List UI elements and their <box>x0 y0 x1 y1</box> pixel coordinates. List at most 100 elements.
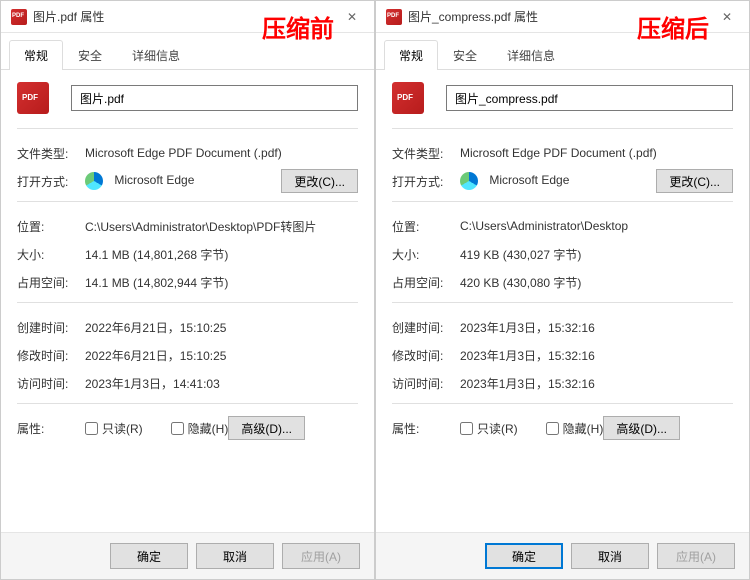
value-accessed: 2023年1月3日，14:41:03 <box>85 375 358 392</box>
hidden-input[interactable] <box>546 422 559 435</box>
readonly-checkbox[interactable]: 只读(R) <box>460 420 518 437</box>
edge-icon <box>460 172 478 190</box>
row-sizeondisk: 占用空间: 14.1 MB (14,802,944 字节) <box>17 268 358 296</box>
tab-details[interactable]: 详细信息 <box>117 40 195 70</box>
label-filetype: 文件类型: <box>392 145 460 162</box>
label-openwith: 打开方式: <box>392 173 460 190</box>
tab-details[interactable]: 详细信息 <box>492 40 570 70</box>
file-header <box>17 82 358 114</box>
value-accessed: 2023年1月3日，15:32:16 <box>460 375 733 392</box>
separator <box>17 302 358 303</box>
row-created: 创建时间: 2022年6月21日，15:10:25 <box>17 313 358 341</box>
content: 文件类型: Microsoft Edge PDF Document (.pdf)… <box>1 70 374 532</box>
value-sizeondisk: 14.1 MB (14,802,944 字节) <box>85 274 358 291</box>
row-size: 大小: 419 KB (430,027 字节) <box>392 240 733 268</box>
tabs: 常规 安全 详细信息 <box>376 39 749 70</box>
label-attributes: 属性: <box>17 420 85 437</box>
row-attributes: 属性: 只读(R) 隐藏(H) 高级(D)... <box>17 414 358 442</box>
properties-window-after: 图片_compress.pdf 属性 ✕ 压缩后 常规 安全 详细信息 文件类型… <box>375 0 750 580</box>
hidden-label: 隐藏(H) <box>188 420 229 437</box>
pdf-icon <box>11 9 27 25</box>
footer: 确定 取消 应用(A) <box>1 532 374 579</box>
label-accessed: 访问时间: <box>17 375 85 392</box>
row-openwith: 打开方式: Microsoft Edge 更改(C)... <box>392 167 733 195</box>
label-sizeondisk: 占用空间: <box>17 274 85 291</box>
label-modified: 修改时间: <box>17 347 85 364</box>
label-created: 创建时间: <box>392 319 460 336</box>
titlebar: 图片_compress.pdf 属性 ✕ <box>376 1 749 33</box>
hidden-label: 隐藏(H) <box>563 420 604 437</box>
row-openwith: 打开方式: Microsoft Edge 更改(C)... <box>17 167 358 195</box>
filename-input[interactable] <box>446 85 733 111</box>
close-button[interactable]: ✕ <box>334 3 370 31</box>
attribute-checks: 只读(R) 隐藏(H) <box>460 420 603 437</box>
value-size: 419 KB (430,027 字节) <box>460 246 733 263</box>
label-filetype: 文件类型: <box>17 145 85 162</box>
pdf-file-icon <box>17 82 49 114</box>
row-created: 创建时间: 2023年1月3日，15:32:16 <box>392 313 733 341</box>
tab-security[interactable]: 安全 <box>438 40 492 70</box>
row-size: 大小: 14.1 MB (14,801,268 字节) <box>17 240 358 268</box>
window-title: 图片_compress.pdf 属性 <box>408 8 709 25</box>
hidden-checkbox[interactable]: 隐藏(H) <box>546 420 604 437</box>
filename-input[interactable] <box>71 85 358 111</box>
readonly-input[interactable] <box>85 422 98 435</box>
tab-security[interactable]: 安全 <box>63 40 117 70</box>
cancel-button[interactable]: 取消 <box>571 543 649 569</box>
change-button[interactable]: 更改(C)... <box>281 169 358 193</box>
value-filetype: Microsoft Edge PDF Document (.pdf) <box>460 146 733 160</box>
label-sizeondisk: 占用空间: <box>392 274 460 291</box>
separator <box>392 403 733 404</box>
tab-general[interactable]: 常规 <box>384 40 438 70</box>
hidden-checkbox[interactable]: 隐藏(H) <box>171 420 229 437</box>
row-filetype: 文件类型: Microsoft Edge PDF Document (.pdf) <box>17 139 358 167</box>
label-accessed: 访问时间: <box>392 375 460 392</box>
row-modified: 修改时间: 2023年1月3日，15:32:16 <box>392 341 733 369</box>
separator <box>17 403 358 404</box>
row-attributes: 属性: 只读(R) 隐藏(H) 高级(D)... <box>392 414 733 442</box>
attribute-checks: 只读(R) 隐藏(H) <box>85 420 228 437</box>
edge-icon <box>85 172 103 190</box>
hidden-input[interactable] <box>171 422 184 435</box>
value-location: C:\Users\Administrator\Desktop <box>460 219 733 233</box>
row-location: 位置: C:\Users\Administrator\Desktop\PDF转图… <box>17 212 358 240</box>
titlebar: 图片.pdf 属性 ✕ <box>1 1 374 33</box>
ok-button[interactable]: 确定 <box>485 543 563 569</box>
separator <box>17 201 358 202</box>
readonly-input[interactable] <box>460 422 473 435</box>
value-filetype: Microsoft Edge PDF Document (.pdf) <box>85 146 358 160</box>
window-title: 图片.pdf 属性 <box>33 8 334 25</box>
value-created: 2022年6月21日，15:10:25 <box>85 319 358 336</box>
apply-button[interactable]: 应用(A) <box>657 543 735 569</box>
tabs: 常规 安全 详细信息 <box>1 39 374 70</box>
readonly-label: 只读(R) <box>102 420 143 437</box>
label-openwith: 打开方式: <box>17 173 85 190</box>
ok-button[interactable]: 确定 <box>110 543 188 569</box>
label-location: 位置: <box>392 218 460 235</box>
value-openwith: Microsoft Edge <box>460 172 656 190</box>
label-attributes: 属性: <box>392 420 460 437</box>
row-location: 位置: C:\Users\Administrator\Desktop <box>392 212 733 240</box>
advanced-button[interactable]: 高级(D)... <box>228 416 305 440</box>
value-modified: 2023年1月3日，15:32:16 <box>460 347 733 364</box>
value-sizeondisk: 420 KB (430,080 字节) <box>460 274 733 291</box>
pdf-icon <box>386 9 402 25</box>
row-filetype: 文件类型: Microsoft Edge PDF Document (.pdf) <box>392 139 733 167</box>
readonly-checkbox[interactable]: 只读(R) <box>85 420 143 437</box>
pdf-file-icon <box>392 82 424 114</box>
row-accessed: 访问时间: 2023年1月3日，15:32:16 <box>392 369 733 397</box>
value-modified: 2022年6月21日，15:10:25 <box>85 347 358 364</box>
advanced-button[interactable]: 高级(D)... <box>603 416 680 440</box>
file-header <box>392 82 733 114</box>
properties-window-before: 图片.pdf 属性 ✕ 压缩前 常规 安全 详细信息 文件类型: Microso… <box>0 0 375 580</box>
footer: 确定 取消 应用(A) <box>376 532 749 579</box>
label-modified: 修改时间: <box>392 347 460 364</box>
tab-general[interactable]: 常规 <box>9 40 63 70</box>
cancel-button[interactable]: 取消 <box>196 543 274 569</box>
close-button[interactable]: ✕ <box>709 3 745 31</box>
value-location: C:\Users\Administrator\Desktop\PDF转图片 <box>85 218 358 235</box>
separator <box>392 128 733 129</box>
apply-button[interactable]: 应用(A) <box>282 543 360 569</box>
label-location: 位置: <box>17 218 85 235</box>
change-button[interactable]: 更改(C)... <box>656 169 733 193</box>
